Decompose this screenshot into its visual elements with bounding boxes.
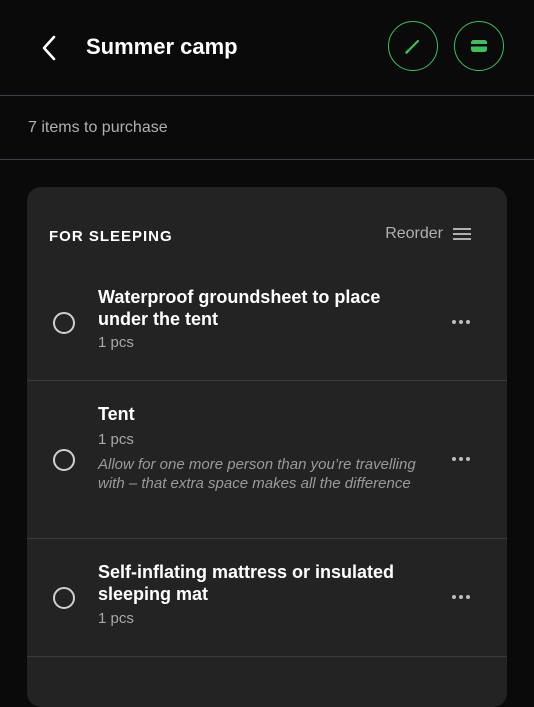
item-more-button[interactable] [447, 587, 475, 607]
page-title: Summer camp [86, 34, 238, 59]
item-name: Tent [98, 404, 135, 424]
credit-card-icon [471, 40, 487, 52]
item-note: Allow for one more person than you’re tr… [98, 456, 416, 492]
item-name: Self-inflating mattress or insulated sle… [98, 562, 395, 604]
header-bar: Summer camp [0, 0, 534, 95]
section-title: FOR SLEEPING [49, 228, 173, 245]
item-more-button[interactable] [447, 312, 475, 332]
chevron-left-icon [42, 35, 56, 61]
category-card: FOR SLEEPING Reorder Waterproof groundsh… [27, 187, 507, 707]
item-checkbox[interactable] [53, 449, 75, 471]
back-button[interactable] [30, 28, 70, 68]
item-checkbox[interactable] [53, 587, 75, 609]
payment-card-button[interactable] [454, 21, 504, 71]
menu-lines-icon [453, 228, 471, 240]
reorder-button[interactable]: Reorder [385, 223, 471, 245]
list-item[interactable]: Waterproof groundsheet to place under th… [27, 279, 507, 381]
list-item[interactable]: Self-inflating mattress or insulated sle… [27, 539, 507, 657]
header-divider [0, 95, 534, 96]
item-quantity: 1 pcs [98, 610, 134, 627]
item-name: Waterproof groundsheet to place under th… [98, 287, 381, 329]
reorder-label: Reorder [385, 225, 443, 242]
item-more-button[interactable] [447, 449, 475, 469]
list-item[interactable]: Tent 1 pcs Allow for one more person tha… [27, 381, 507, 539]
pencil-icon [405, 39, 420, 54]
item-checkbox[interactable] [53, 312, 75, 334]
summary-divider [0, 159, 534, 160]
more-dots-icon [452, 595, 470, 599]
more-dots-icon [452, 320, 470, 324]
item-quantity: 1 pcs [98, 334, 134, 351]
more-dots-icon [452, 457, 470, 461]
edit-button[interactable] [388, 21, 438, 71]
items-summary: 7 items to purchase [28, 119, 168, 136]
item-quantity: 1 pcs [98, 431, 134, 448]
